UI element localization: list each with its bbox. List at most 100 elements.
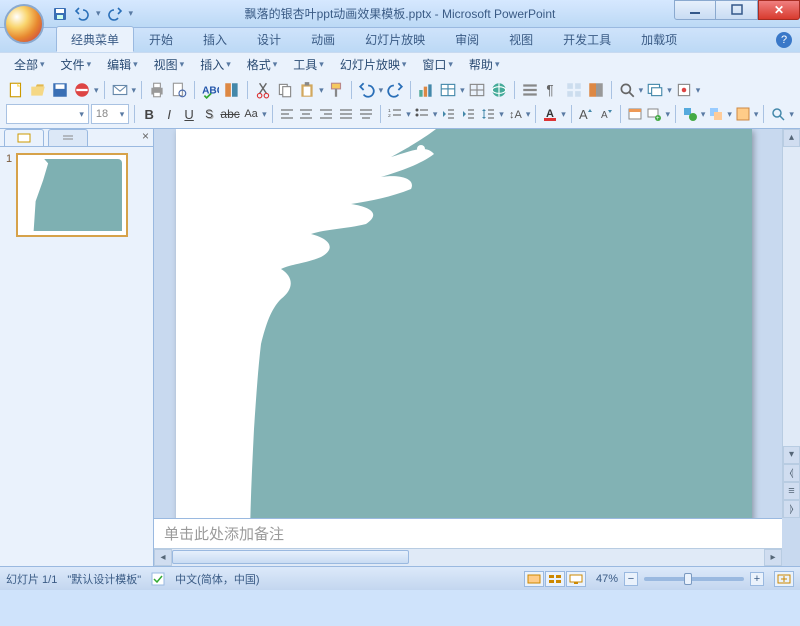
prev-slide-button[interactable]: ⦉: [783, 464, 800, 482]
menu-tools[interactable]: 工具▾: [287, 54, 330, 75]
italic-icon[interactable]: I: [160, 104, 178, 124]
format-painter-icon[interactable]: [326, 80, 346, 100]
text-direction-dropdown[interactable]: ▾: [526, 109, 531, 120]
quick-styles-icon[interactable]: [734, 104, 752, 124]
text-direction-icon[interactable]: ↕A: [506, 104, 524, 124]
help-icon[interactable]: ?: [776, 32, 792, 48]
undo-dropdown[interactable]: ▾: [96, 8, 101, 19]
font-size-combo[interactable]: 18▾: [91, 104, 129, 124]
scroll-right-button[interactable]: ▸: [764, 549, 782, 566]
next-slide-button[interactable]: ⦊: [783, 500, 800, 518]
macros-icon[interactable]: [674, 80, 694, 100]
tab-slideshow[interactable]: 幻灯片放映: [350, 26, 440, 52]
slide-thumbnail-1[interactable]: 1: [6, 153, 147, 237]
vertical-scrollbar[interactable]: ▴ ▾ ⦉ ≡ ⦊: [782, 129, 800, 518]
horizontal-scrollbar[interactable]: ◂ ▸: [154, 548, 782, 566]
open-icon[interactable]: [28, 80, 48, 100]
bold-icon[interactable]: B: [140, 104, 158, 124]
underline-icon[interactable]: U: [180, 104, 198, 124]
design-icon[interactable]: [626, 104, 644, 124]
new-slide-dropdown[interactable]: ▾: [665, 109, 670, 120]
close-thumbnail-pane[interactable]: ×: [142, 129, 149, 146]
insert-table-icon[interactable]: [438, 80, 458, 100]
zoom-level[interactable]: 47%: [596, 573, 618, 585]
arrange-icon[interactable]: [707, 104, 725, 124]
menu-all[interactable]: 全部▾: [8, 54, 51, 75]
sorter-view-button[interactable]: [545, 571, 565, 587]
maximize-button[interactable]: [716, 0, 758, 20]
tab-developer[interactable]: 开发工具: [548, 26, 626, 52]
slide-canvas[interactable]: ▴ ▾ ⦉ ≡ ⦊: [154, 129, 800, 518]
tables-borders-icon[interactable]: [467, 80, 487, 100]
thumbnails-tab-outline[interactable]: [48, 129, 88, 146]
scroll-down-button[interactable]: ▾: [783, 446, 800, 464]
research-icon[interactable]: [222, 80, 242, 100]
notes-pane[interactable]: 单击此处添加备注: [154, 518, 782, 548]
change-case-icon[interactable]: Aa: [242, 104, 260, 124]
tab-review[interactable]: 审阅: [440, 26, 494, 52]
permission-dropdown[interactable]: ▾: [94, 85, 99, 96]
font-color-dropdown[interactable]: ▾: [561, 109, 566, 120]
menu-format[interactable]: 格式▾: [241, 54, 284, 75]
insert-chart-icon[interactable]: [416, 80, 436, 100]
copy-icon[interactable]: [275, 80, 295, 100]
decrease-indent-icon[interactable]: [439, 104, 457, 124]
print-icon[interactable]: [147, 80, 167, 100]
zoom-combo-icon[interactable]: [617, 80, 637, 100]
undo-toolbar-dropdown[interactable]: ▾: [379, 85, 384, 96]
bullets-icon[interactable]: [413, 104, 431, 124]
align-right-icon[interactable]: [317, 104, 335, 124]
menu-help[interactable]: 帮助▾: [463, 54, 506, 75]
bullets-dropdown[interactable]: ▾: [433, 109, 438, 120]
menu-file[interactable]: 文件▾: [55, 54, 98, 75]
email-dropdown[interactable]: ▾: [132, 85, 137, 96]
zoom-out-button[interactable]: −: [624, 572, 638, 586]
permission-icon[interactable]: [72, 80, 92, 100]
paste-dropdown[interactable]: ▾: [319, 85, 324, 96]
new-window-icon[interactable]: [645, 80, 665, 100]
quick-styles-dropdown[interactable]: ▾: [754, 109, 759, 120]
redo-toolbar-icon[interactable]: [385, 80, 405, 100]
tab-classic-menu[interactable]: 经典菜单: [56, 26, 134, 52]
change-case-dropdown[interactable]: ▾: [262, 109, 267, 120]
shapes-dropdown[interactable]: ▾: [701, 109, 706, 120]
print-preview-icon[interactable]: [169, 80, 189, 100]
normal-view-button[interactable]: [524, 571, 544, 587]
font-name-combo[interactable]: ▾: [6, 104, 89, 124]
menu-edit[interactable]: 编辑▾: [101, 54, 144, 75]
close-button[interactable]: ✕: [758, 0, 800, 20]
spellcheck-status-icon[interactable]: [151, 572, 165, 586]
scroll-left-button[interactable]: ◂: [154, 549, 172, 566]
zoom-in-button[interactable]: +: [750, 572, 764, 586]
cut-icon[interactable]: [253, 80, 273, 100]
redo-icon[interactable]: [107, 6, 123, 22]
tab-animation[interactable]: 动画: [296, 26, 350, 52]
fit-to-window-button[interactable]: [774, 571, 794, 587]
spellcheck-icon[interactable]: ABC: [200, 80, 220, 100]
line-spacing-dropdown[interactable]: ▾: [499, 109, 504, 120]
zoom-slider[interactable]: [644, 577, 744, 581]
qat-customize-dropdown[interactable]: ▾: [129, 8, 134, 19]
find-icon[interactable]: [769, 104, 787, 124]
menu-insert[interactable]: 插入▾: [194, 54, 237, 75]
macros-dropdown[interactable]: ▾: [696, 85, 701, 96]
show-formatting-icon[interactable]: ¶: [542, 80, 562, 100]
distributed-icon[interactable]: [357, 104, 375, 124]
decrease-font-icon[interactable]: A: [597, 104, 615, 124]
shadow-icon[interactable]: S: [200, 104, 218, 124]
zoom-dropdown[interactable]: ▾: [639, 85, 644, 96]
arrange-dropdown[interactable]: ▾: [727, 109, 732, 120]
new-icon[interactable]: [6, 80, 26, 100]
horizontal-scroll-thumb[interactable]: [172, 550, 409, 564]
thumbnails-tab-slides[interactable]: [4, 129, 44, 146]
slide-nav-menu-button[interactable]: ≡: [783, 482, 800, 500]
scroll-up-button[interactable]: ▴: [783, 129, 800, 147]
menu-window[interactable]: 窗口▾: [416, 54, 459, 75]
tab-design[interactable]: 设计: [242, 26, 296, 52]
slideshow-view-button[interactable]: [566, 571, 586, 587]
email-icon[interactable]: [110, 80, 130, 100]
grid-icon[interactable]: [564, 80, 584, 100]
save-icon[interactable]: [52, 6, 68, 22]
save-icon[interactable]: [50, 80, 70, 100]
numbering-dropdown[interactable]: ▾: [406, 109, 411, 120]
